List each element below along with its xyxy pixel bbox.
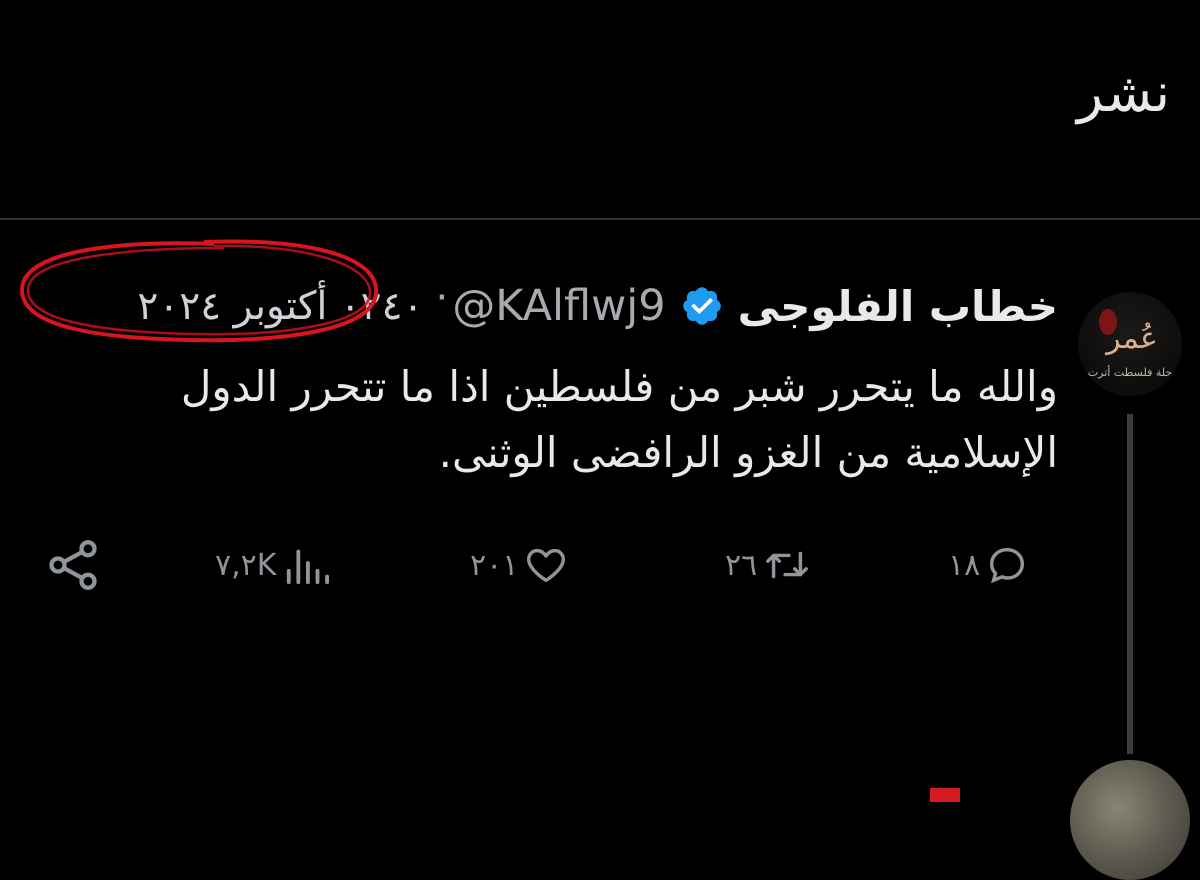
share-icon (49, 540, 97, 590)
thread-line (1127, 414, 1133, 754)
heart-icon (527, 548, 566, 583)
views-button[interactable]: ٧,٢K (215, 535, 332, 595)
verified-badge-icon (682, 287, 721, 325)
avatar-logo-subtext: حلة فلسطت أترت (1088, 365, 1172, 379)
retweet-icon (766, 551, 809, 579)
timestamp[interactable]: ٠٢٤٠ أكتوبر ٢٠٢٤ (137, 284, 423, 329)
tweet-header: خطاب الفلوجى @KAlflwj9 · ٠٢٤٠ أكتوبر ٢٠٢… (129, 275, 1058, 336)
reply-count: ١٨ (948, 547, 981, 583)
page-title: نشر (1077, 61, 1170, 124)
like-count: ٢٠١ (470, 547, 519, 583)
next-tweet-avatar[interactable] (1070, 760, 1190, 880)
reply-button[interactable]: ١٨ (948, 535, 1030, 595)
like-button[interactable]: ٢٠١ (470, 535, 570, 595)
retweet-count: ٢٦ (725, 547, 758, 583)
share-button[interactable] (40, 535, 106, 595)
views-count: ٧,٢K (215, 547, 277, 583)
tweet-text: والله ما يتحرر شبر من فلسطين اذا ما تتحر… (180, 362, 1058, 477)
views-icon (287, 549, 330, 585)
tweet-actions: ١٨ ٢٦ ٢٠١ ٧,٢K (40, 535, 1060, 595)
display-name[interactable]: خطاب الفلوجى (738, 282, 1058, 331)
avatar[interactable]: عُمر حلة فلسطت أترت (1078, 292, 1182, 396)
retweet-button[interactable]: ٢٦ (725, 535, 813, 595)
avatar-logo-text: عُمر (1104, 321, 1158, 356)
reply-icon (990, 547, 1025, 584)
separator-dot: · (435, 275, 449, 321)
timestamp-container: ٠٢٤٠ أكتوبر ٢٠٢٤ (129, 284, 431, 329)
divider (0, 218, 1200, 220)
user-handle[interactable]: @KAlflwj9 (452, 281, 665, 331)
